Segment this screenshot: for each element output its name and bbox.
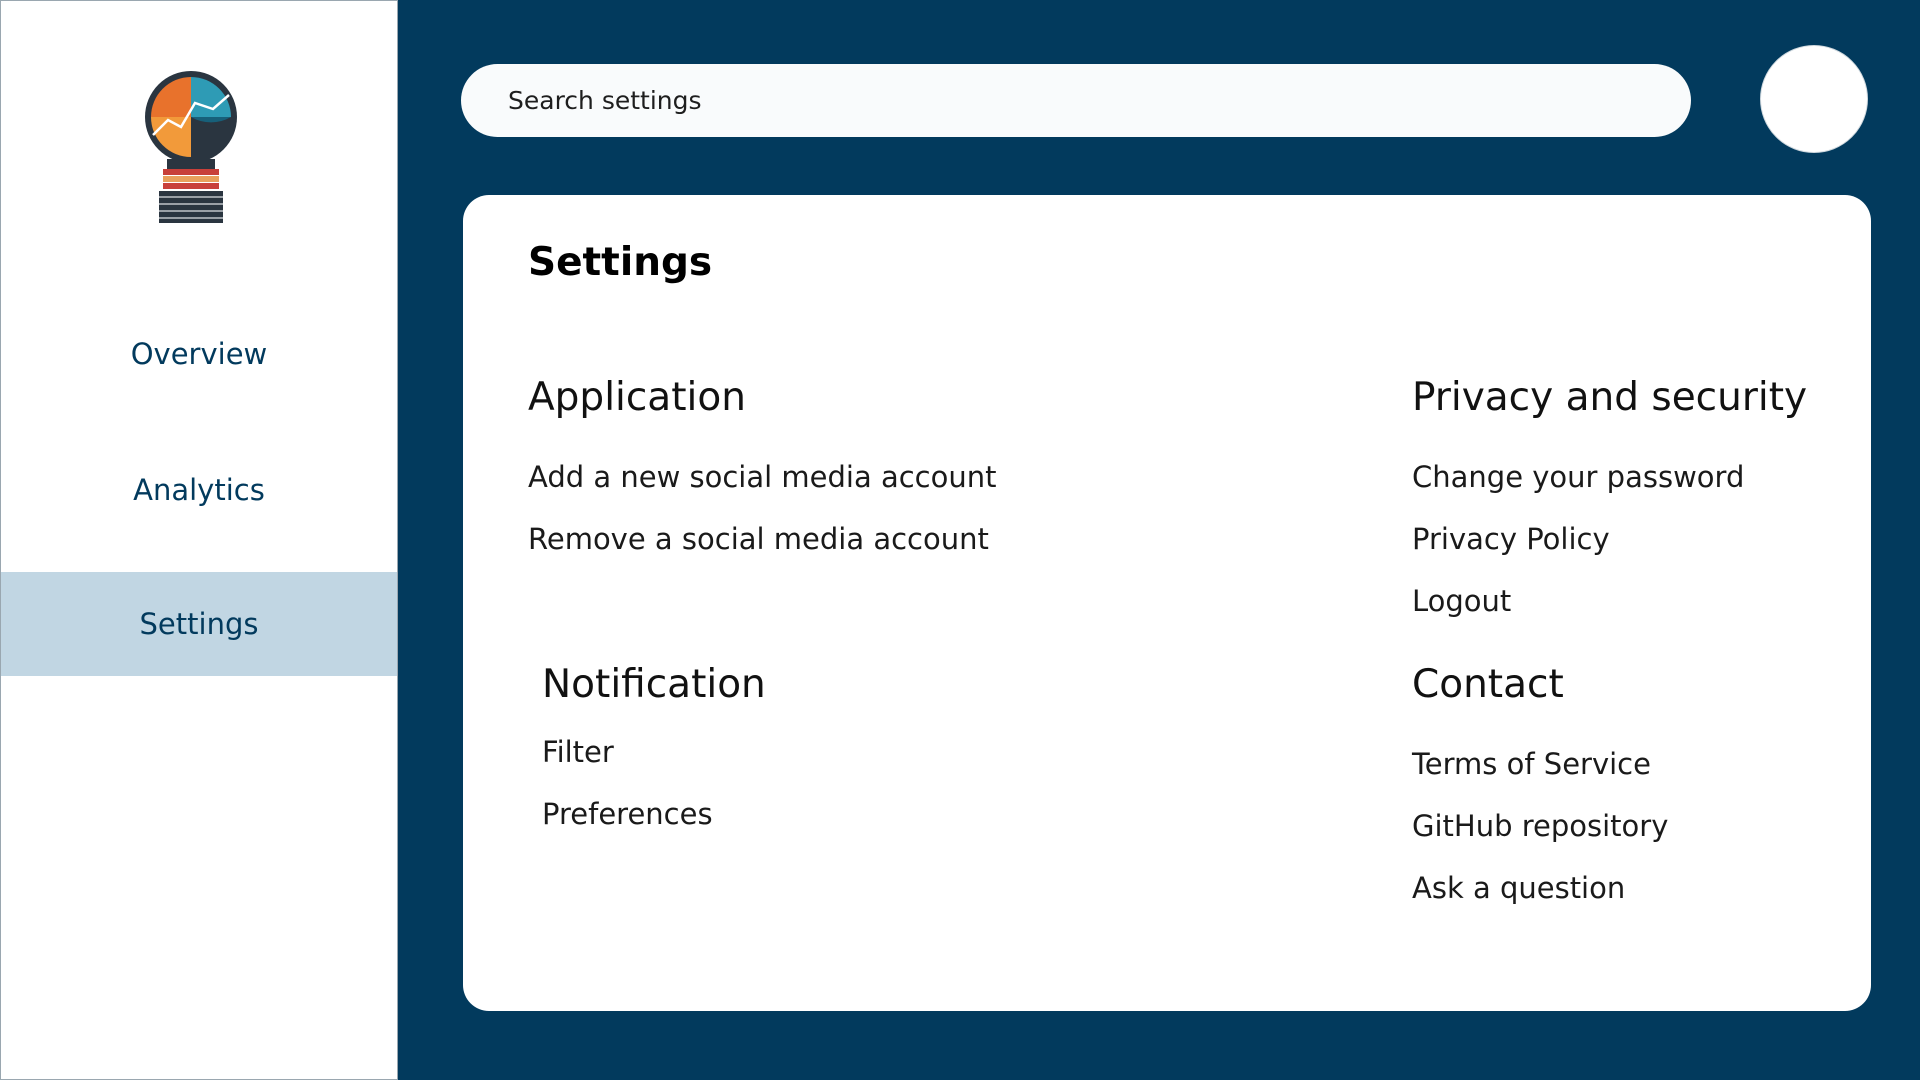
- change-password-link[interactable]: Change your password: [1412, 460, 1744, 494]
- privacy-policy-link[interactable]: Privacy Policy: [1412, 522, 1610, 556]
- ask-question-link[interactable]: Ask a question: [1412, 871, 1625, 905]
- sidebar-item-analytics[interactable]: Analytics: [1, 438, 397, 542]
- sidebar-item-overview[interactable]: Overview: [1, 302, 397, 406]
- remove-account-link[interactable]: Remove a social media account: [528, 522, 989, 556]
- section-title-application: Application: [528, 375, 746, 420]
- settings-card: Settings Application Add a new social me…: [463, 195, 1871, 1011]
- sidebar-item-label: Settings: [139, 607, 259, 641]
- section-title-privacy: Privacy and security: [1412, 375, 1808, 420]
- sidebar: Overview Analytics Settings: [0, 0, 398, 1080]
- section-title-notification: Notification: [542, 662, 766, 707]
- search-placeholder: Search settings: [508, 86, 702, 115]
- filter-link[interactable]: Filter: [542, 735, 614, 769]
- lightbulb-chart-logo: [145, 71, 237, 223]
- sidebar-item-label: Overview: [130, 337, 268, 371]
- logout-link[interactable]: Logout: [1412, 584, 1511, 618]
- avatar[interactable]: [1760, 45, 1868, 153]
- search-input[interactable]: Search settings: [461, 64, 1691, 137]
- section-title-contact: Contact: [1412, 662, 1564, 707]
- sidebar-item-label: Analytics: [133, 473, 265, 507]
- add-account-link[interactable]: Add a new social media account: [528, 460, 997, 494]
- preferences-link[interactable]: Preferences: [542, 797, 713, 831]
- terms-of-service-link[interactable]: Terms of Service: [1412, 747, 1651, 781]
- github-repository-link[interactable]: GitHub repository: [1412, 809, 1668, 843]
- sidebar-item-settings[interactable]: Settings: [1, 572, 397, 676]
- page-title: Settings: [528, 240, 713, 285]
